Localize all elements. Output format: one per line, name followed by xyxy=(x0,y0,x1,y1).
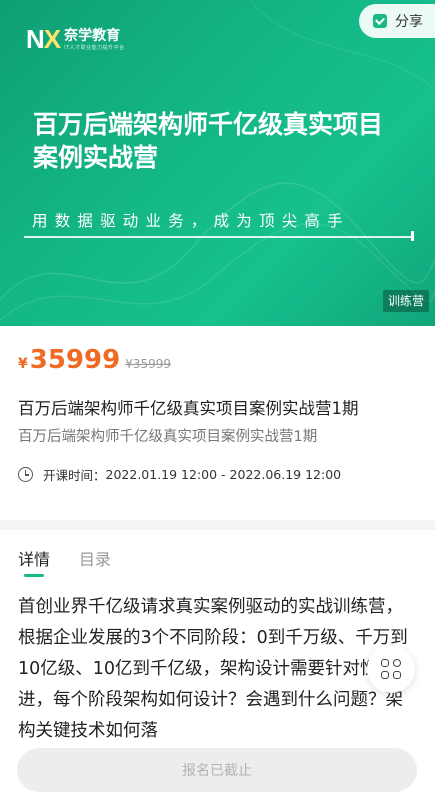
price-currency: ¥ xyxy=(18,356,28,372)
bottom-action-bar: 报名已截止 xyxy=(0,740,435,800)
course-title: 百万后端架构师千亿级真实项目案例实战营1期 xyxy=(18,399,359,418)
brand-logo: NX 奈学教育 IT人才职业能力提升平台 xyxy=(26,24,125,55)
apps-grid-icon xyxy=(381,659,401,679)
content-tabs: 详情 目录 xyxy=(0,530,435,580)
tab-catalog[interactable]: 目录 xyxy=(79,546,111,570)
schedule-label: 开课时间： xyxy=(43,468,106,483)
schedule-value: 2022.01.19 12:00 - 2022.06.19 12:00 xyxy=(105,467,342,482)
banner-slogan: 用数据驱动业务，成为顶尖高手 xyxy=(32,212,350,230)
logo-name: 奈学教育 xyxy=(64,27,121,44)
original-price: ¥35999 xyxy=(125,357,172,371)
tab-details[interactable]: 详情 xyxy=(18,546,50,570)
logo-mark: NX xyxy=(26,24,61,54)
active-tab-indicator xyxy=(24,574,44,577)
logo-tagline: IT人才职业能力提升平台 xyxy=(64,44,125,51)
share-button[interactable]: 分享 xyxy=(359,4,435,38)
price-row: ¥ 35999 ¥35999 xyxy=(18,345,171,375)
course-banner: NX 奈学教育 IT人才职业能力提升平台 分享 百万后端架构师千亿级真实项目案例… xyxy=(0,0,435,326)
course-description: 首创业界千亿级请求真实案例驱动的实战训练营，根据企业发展的3个不同阶段：0到千万… xyxy=(18,597,408,741)
banner-title: 百万后端架构师千亿级真实项目案例实战营 xyxy=(33,110,384,172)
course-subtitle: 百万后端架构师千亿级真实项目案例实战营1期 xyxy=(18,429,318,445)
banner-slogan-bar: 用数据驱动业务，成为顶尖高手 xyxy=(24,208,414,241)
course-schedule: 开课时间： 2022.01.19 12:00 - 2022.06.19 12:0… xyxy=(18,465,341,484)
current-price: 35999 xyxy=(29,345,121,375)
section-divider xyxy=(0,520,435,530)
floating-menu-button[interactable] xyxy=(367,645,415,693)
share-icon xyxy=(373,14,387,28)
course-type-badge: 训练营 xyxy=(382,290,429,312)
enroll-button[interactable]: 报名已截止 xyxy=(17,748,417,792)
clock-icon xyxy=(18,467,33,482)
share-label: 分享 xyxy=(395,14,423,30)
